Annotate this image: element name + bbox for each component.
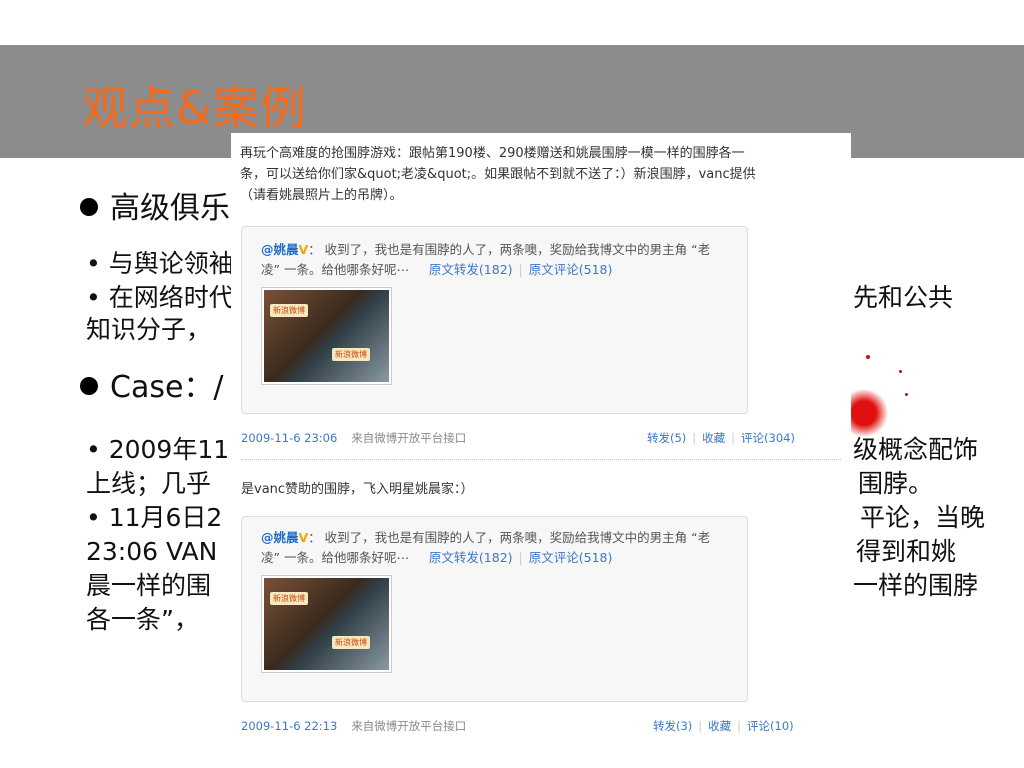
body-line-9: 各一条”，	[86, 605, 199, 634]
blood-splatter-decoration	[848, 388, 888, 438]
repost-button[interactable]: 转发(3)	[653, 719, 692, 733]
body-line-6: • 11月6日2	[86, 503, 223, 532]
post2-meta: 2009-11-6 22:13 来自微博开放平台接口	[241, 718, 466, 734]
body-line-6-right: 平论，当晚	[860, 503, 986, 532]
quote-user-link[interactable]: @姚晨	[261, 242, 299, 257]
post1-actions: 转发(5) | 收藏 | 评论(304)	[647, 431, 795, 445]
quote-user-link[interactable]: @姚晨	[261, 530, 299, 545]
bullet-dot-icon	[80, 197, 98, 216]
original-repost-link[interactable]: 原文转发(182)	[429, 550, 513, 565]
post2-thumbnail[interactable]: 新浪微博 新浪微博	[261, 575, 392, 673]
post2-quote-line-2: 凌” 一条。给他哪条好呢⋯ 原文转发(182) | 原文评论(518)	[261, 550, 613, 565]
post1-text: 再玩个高难度的抢围脖游戏：跟帖第190楼、290楼赠送和姚晨围脖一模一样的围脖各…	[240, 146, 756, 203]
comment-button[interactable]: 评论(10)	[747, 719, 794, 733]
bullet-heading-2: Case：/	[80, 372, 224, 404]
body-line-4: • 2009年11	[86, 435, 230, 464]
body-line-2-right: 先和公共	[853, 283, 954, 312]
favorite-button[interactable]: 收藏	[702, 431, 725, 445]
original-comment-link[interactable]: 原文评论(518)	[529, 262, 613, 277]
body-line-7-right: 得到和姚	[856, 537, 957, 566]
post1-meta: 2009-11-6 23:06 来自微博开放平台接口	[241, 430, 466, 446]
sina-weibo-tag: 新浪微博	[270, 304, 308, 317]
post-divider	[241, 459, 841, 460]
weibo-screenshot: 再玩个高难度的抢围脖游戏：跟帖第190楼、290楼赠送和姚晨围脖一模一样的围脖各…	[231, 133, 851, 739]
body-line-1: • 与舆论领袖	[86, 249, 234, 278]
post1-date-link[interactable]: 2009-11-6 23:06	[241, 431, 337, 445]
repost-button[interactable]: 转发(5)	[647, 431, 686, 445]
post1-quote-box: @姚晨V： 收到了，我也是有围脖的人了，两条噢，奖励给我博文中的男主角 “老 凌…	[241, 226, 748, 414]
sina-weibo-tag: 新浪微博	[332, 348, 370, 361]
body-line-8: 晨一样的围	[86, 571, 212, 600]
body-line-2: • 在网络时代	[86, 283, 234, 312]
bullet-heading-1: 高级俱乐	[80, 193, 230, 225]
bullet-dot-icon	[80, 376, 98, 395]
comment-button[interactable]: 评论(304)	[741, 431, 795, 445]
verified-v-icon: V	[298, 242, 309, 257]
sina-weibo-tag: 新浪微博	[332, 636, 370, 649]
verified-v-icon: V	[298, 530, 309, 545]
body-line-7: 23:06 VAN	[86, 537, 218, 566]
post1-source: 来自微博开放平台接口	[351, 431, 467, 445]
post1-thumbnail[interactable]: 新浪微博 新浪微博	[261, 287, 392, 385]
post2-source: 来自微博开放平台接口	[351, 719, 467, 733]
body-line-5: 上线；几乎	[86, 469, 212, 498]
body-line-3: 知识分子，	[86, 315, 212, 344]
post1-quote-line-1: @姚晨V： 收到了，我也是有围脖的人了，两条噢，奖励给我博文中的男主角 “老	[261, 242, 711, 257]
original-comment-link[interactable]: 原文评论(518)	[529, 550, 613, 565]
original-repost-link[interactable]: 原文转发(182)	[429, 262, 513, 277]
post2-text: 是vanc赞助的围脖，飞入明星姚晨家：）	[241, 482, 474, 497]
blood-drop-decoration	[866, 355, 870, 359]
slide-title: 观点&案例	[82, 81, 307, 135]
blood-drop-decoration	[905, 393, 908, 396]
body-line-8-right: 一样的围脖	[853, 571, 979, 600]
sina-weibo-tag: 新浪微博	[270, 592, 308, 605]
post2-quote-line-1: @姚晨V： 收到了，我也是有围脖的人了，两条噢，奖励给我博文中的男主角 “老	[261, 530, 711, 545]
favorite-button[interactable]: 收藏	[708, 719, 731, 733]
body-line-5-right: 围脖。	[858, 469, 934, 498]
blood-drop-decoration	[899, 370, 902, 373]
post1-quote-line-2: 凌” 一条。给他哪条好呢⋯ 原文转发(182) | 原文评论(518)	[261, 262, 613, 277]
post2-actions: 转发(3) | 收藏 | 评论(10)	[653, 719, 794, 733]
body-line-4-right: 级概念配饰	[853, 435, 979, 464]
post2-quote-box: @姚晨V： 收到了，我也是有围脖的人了，两条噢，奖励给我博文中的男主角 “老 凌…	[241, 516, 748, 702]
post2-date-link[interactable]: 2009-11-6 22:13	[241, 719, 337, 733]
